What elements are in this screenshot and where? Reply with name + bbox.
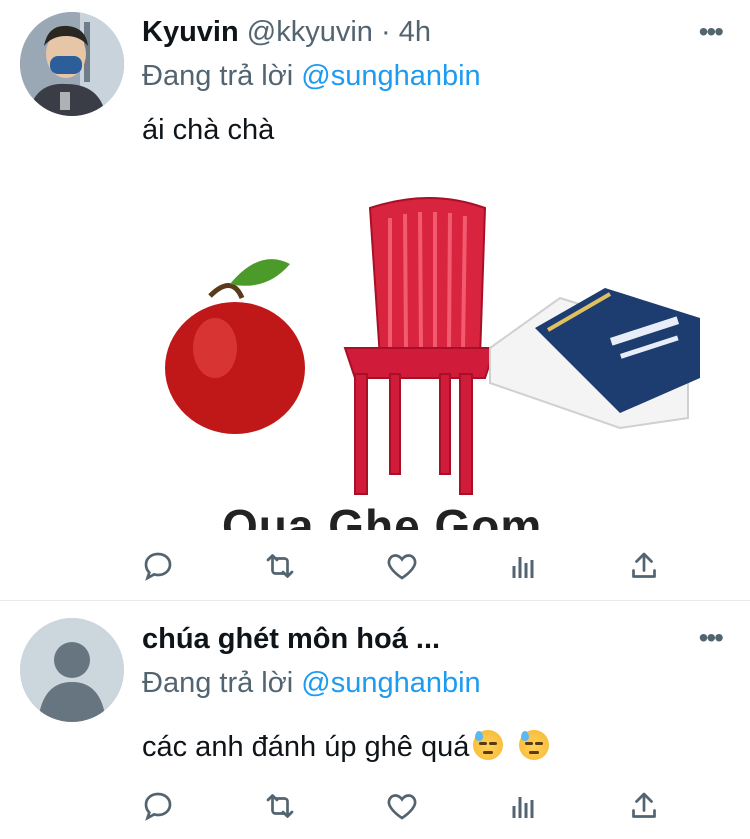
stats-icon[interactable] (505, 788, 545, 828)
reply-icon[interactable] (140, 788, 180, 828)
more-options-icon[interactable]: ••• (699, 624, 724, 652)
tweet-text: các anh đánh úp ghê quá (142, 729, 550, 765)
apple-illustration (165, 259, 305, 434)
timestamp[interactable]: 4h (399, 16, 431, 48)
image-caption: Qua Ghe Gom (222, 500, 543, 530)
tweet-text: ái chà chà (142, 114, 275, 146)
downcast-face-with-sweat-emoji-icon (473, 730, 504, 760)
tweet-actions (0, 548, 750, 588)
retweet-icon[interactable] (262, 548, 302, 588)
reply-prefix: Đang trả lời (142, 60, 294, 92)
downcast-face-with-sweat-emoji-icon (519, 730, 550, 760)
user-handle[interactable]: @kkyuvin (247, 16, 373, 48)
like-icon[interactable] (384, 788, 424, 828)
tweet[interactable]: Kyuvin @kkyuvin · 4h ••• Đang trả lời @s… (0, 0, 750, 600)
tweet-actions (0, 788, 750, 828)
tweet-header: Kyuvin @kkyuvin · 4h (142, 14, 431, 50)
default-avatar[interactable] (20, 618, 124, 722)
tweet-text-content: các anh đánh úp ghê quá (142, 731, 470, 763)
retweet-icon[interactable] (262, 788, 302, 828)
tweet-header: chúa ghét môn hoá ... (142, 621, 440, 657)
display-name[interactable]: Kyuvin (142, 16, 239, 48)
tweet[interactable]: chúa ghét môn hoá ... ••• Đang trả lời @… (0, 601, 750, 839)
share-icon[interactable] (626, 548, 666, 588)
reply-prefix: Đang trả lời (142, 667, 294, 699)
eraser-illustration (489, 288, 700, 430)
separator: · (380, 16, 391, 48)
more-options-icon[interactable]: ••• (699, 18, 724, 46)
reply-icon[interactable] (140, 548, 180, 588)
like-icon[interactable] (384, 548, 424, 588)
tweet-image[interactable]: Qua Ghe Gom (140, 178, 705, 530)
reply-context: Đang trả lời @sunghanbin (142, 665, 481, 701)
chair-illustration (343, 197, 497, 495)
reply-context: Đang trả lời @sunghanbin (142, 58, 481, 94)
display-name[interactable]: chúa ghét môn hoá ... (142, 623, 440, 655)
reply-mention-link[interactable]: @sunghanbin (301, 667, 480, 699)
share-icon[interactable] (626, 788, 666, 828)
reply-mention-link[interactable]: @sunghanbin (301, 60, 480, 92)
stats-icon[interactable] (505, 548, 545, 588)
avatar[interactable] (20, 12, 124, 116)
